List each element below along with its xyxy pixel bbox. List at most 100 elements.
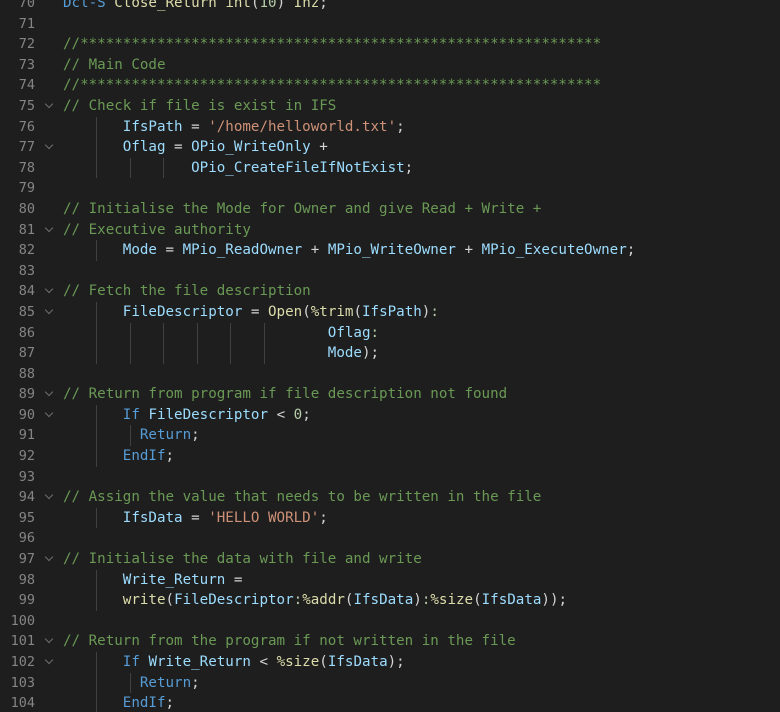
code-line[interactable]: 80 // Initialise the Mode for Owner and g…: [0, 199, 780, 220]
fold-chevron-icon[interactable]: [44, 96, 56, 117]
code-token: +: [455, 242, 482, 259]
code-token: Return: [139, 674, 192, 691]
line-number: 88: [18, 365, 35, 382]
code-token: If: [122, 406, 140, 423]
code-token: IfsData: [327, 654, 388, 670]
code-token: =: [156, 242, 183, 259]
code-token: //**************************************…: [63, 36, 602, 53]
code-line[interactable]: 94 // Assign the value that needs to be w…: [0, 487, 780, 508]
code-token: 0: [293, 406, 303, 423]
code-token: +: [302, 242, 328, 259]
code-token: Mode: [327, 345, 362, 362]
code-text: // Return from the program if not writte…: [63, 631, 780, 652]
code-line[interactable]: 96: [0, 528, 780, 549]
code-text: //**************************************…: [63, 75, 780, 96]
code-line[interactable]: 82 Mode = MPio_ReadOwner + MPio_WriteOwn…: [0, 240, 780, 261]
code-token: ;: [396, 118, 405, 135]
code-line[interactable]: 87 Mode);: [0, 343, 780, 364]
code-text: Mode);: [63, 343, 780, 364]
code-line[interactable]: 90 If FileDescriptor < 0;: [0, 404, 780, 426]
code-text: FileDescriptor = Open(%trim(IfsPath):: [63, 302, 780, 323]
code-token: // Return from the program if not writte…: [63, 633, 516, 650]
code-line[interactable]: 79: [0, 178, 780, 199]
code-line[interactable]: 78 OPio_CreateFileIfNotExist;: [0, 157, 780, 179]
code-token: IfsPath: [362, 303, 422, 320]
code-token: EndIf: [122, 448, 166, 465]
code-line[interactable]: 85 FileDescriptor = Open(%trim(IfsPath):: [0, 301, 780, 323]
code-line[interactable]: 70 Dcl-S Close_Return int(10) Inz;: [0, 0, 780, 14]
code-line[interactable]: 84 // Fetch the file description: [0, 281, 780, 302]
code-line[interactable]: 83: [0, 261, 780, 282]
code-text: // Check if file is exist in IFS: [63, 96, 780, 117]
code-line[interactable]: 95 IfsData = 'HELLO WORLD';: [0, 507, 780, 529]
code-line[interactable]: 103 Return;: [0, 672, 780, 694]
code-text: If Write_Return < %size(IfsData);: [63, 652, 780, 673]
fold-chevron-icon[interactable]: [44, 384, 56, 405]
line-number: 98: [18, 571, 35, 588]
fold-chevron-icon[interactable]: [44, 405, 56, 426]
code-token: ;: [191, 674, 200, 691]
code-line[interactable]: 104 EndIf;: [0, 693, 780, 712]
code-line[interactable]: 76 IfsPath = '/home/helloworld.txt';: [0, 116, 780, 138]
fold-chevron-icon[interactable]: [44, 281, 56, 302]
code-line[interactable]: 98 Write_Return =: [0, 569, 780, 591]
fold-chevron-icon[interactable]: [44, 302, 56, 323]
code-line[interactable]: 97 // Initialise the data with file and w…: [0, 549, 780, 570]
line-number: 102: [10, 654, 35, 670]
code-token: ;: [404, 159, 414, 176]
line-number: 74: [18, 77, 35, 94]
code-editor[interactable]: 70 Dcl-S Close_Return int(10) Inz; 71 72//*…: [0, 0, 780, 712]
code-token: (: [165, 592, 175, 609]
code-token: :: [370, 324, 380, 341]
line-number: 87: [18, 345, 35, 362]
code-line[interactable]: 86 Oflag:: [0, 322, 780, 344]
fold-chevron-icon[interactable]: [44, 549, 56, 570]
code-line[interactable]: 72 //************************************…: [0, 34, 780, 55]
code-token: %trim: [310, 303, 354, 320]
code-token: %size: [430, 592, 474, 609]
code-line[interactable]: 81 // Executive authority: [0, 220, 780, 241]
code-line[interactable]: 93: [0, 467, 780, 488]
code-line[interactable]: 91 Return;: [0, 425, 780, 447]
fold-chevron-icon[interactable]: [44, 652, 56, 673]
code-text: Return;: [63, 425, 780, 446]
code-text: // Initialise the data with file and wri…: [63, 549, 780, 570]
code-line[interactable]: 102 If Write_Return < %size(IfsData);: [0, 652, 780, 673]
code-token: =: [242, 303, 269, 320]
line-number: 100: [10, 612, 35, 629]
code-token: :: [293, 592, 303, 609]
code-text: EndIf;: [63, 693, 780, 712]
code-token: ;: [191, 427, 200, 444]
line-number: 84: [18, 283, 35, 300]
fold-chevron-icon[interactable]: [44, 487, 56, 508]
code-line[interactable]: 100: [0, 611, 780, 632]
code-line[interactable]: 77 Oflag = OPio_WriteOnly +: [0, 137, 780, 158]
code-token: ;: [165, 695, 175, 712]
code-line[interactable]: 89 // Return from program if file descrip…: [0, 384, 780, 405]
code-line[interactable]: 71: [0, 14, 780, 35]
code-token: +: [310, 139, 328, 156]
code-line[interactable]: 75 // Check if file is exist in IFS: [0, 96, 780, 117]
code-line[interactable]: 92 EndIf;: [0, 446, 780, 467]
fold-chevron-icon[interactable]: [44, 631, 56, 652]
line-number: 81: [18, 221, 35, 238]
code-line[interactable]: 88: [0, 364, 780, 385]
code-token: IfsData: [481, 592, 542, 609]
code-line[interactable]: 74 //************************************…: [0, 75, 780, 96]
code-token: :: [430, 303, 439, 320]
fold-chevron-icon[interactable]: [44, 220, 56, 241]
code-token: Inz: [293, 0, 320, 11]
code-token: ));: [541, 592, 568, 609]
code-token: ;: [626, 242, 636, 259]
line-number: 76: [18, 118, 35, 135]
code-text: // Assign the value that needs to be wri…: [63, 487, 780, 508]
code-token: OPio_WriteOnly: [191, 139, 311, 156]
fold-chevron-icon[interactable]: [44, 137, 56, 158]
code-line[interactable]: 99 write(FileDescriptor:%addr(IfsData):%…: [0, 590, 780, 611]
code-line[interactable]: 101 // Return from the program if not wri…: [0, 631, 780, 652]
code-token: );: [387, 654, 405, 670]
code-line[interactable]: 73 // Main Code: [0, 55, 780, 76]
